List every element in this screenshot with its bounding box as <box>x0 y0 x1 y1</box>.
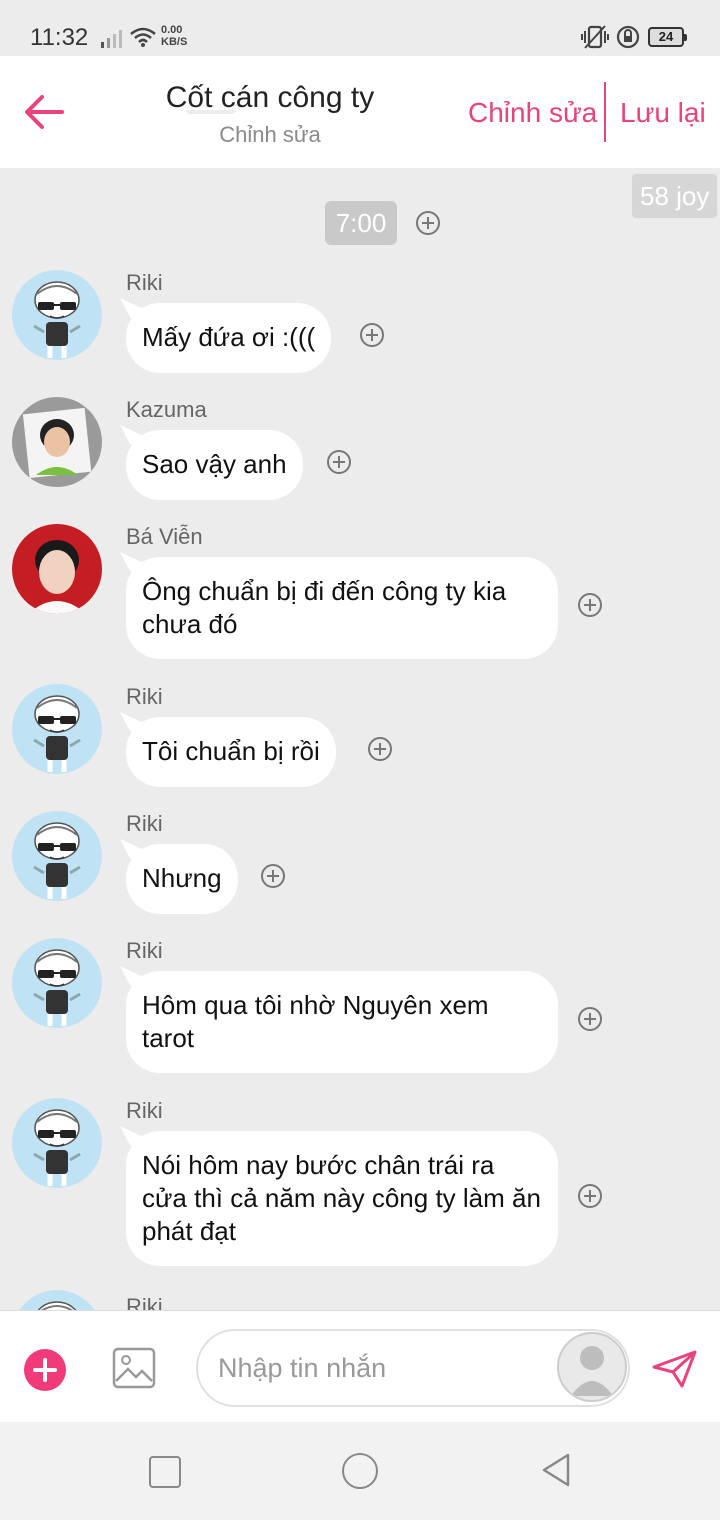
header-tab-notch <box>186 110 236 114</box>
sender-name: Riki <box>126 938 163 963</box>
speed-value: 0.00 <box>161 24 183 36</box>
time-marker[interactable]: 7:00 <box>325 201 397 245</box>
status-time: 11:32 <box>30 24 89 51</box>
sender-name: Bá Viễn <box>126 524 203 549</box>
signal-icon <box>101 30 122 48</box>
sender-name: Kazuma <box>126 397 207 422</box>
add-circle-icon[interactable] <box>326 449 352 475</box>
chat-header: Cốt cán công ty Chỉnh sửa Chỉnh sửa Lưu … <box>0 56 720 168</box>
add-circle-icon[interactable] <box>260 863 286 889</box>
header-divider <box>604 82 606 142</box>
vibrate-icon <box>581 25 609 49</box>
add-circle-icon[interactable] <box>415 210 441 236</box>
riki-avatar[interactable] <box>12 1290 102 1310</box>
back-arrow-icon[interactable] <box>22 94 66 130</box>
add-circle-icon[interactable] <box>359 322 385 348</box>
joy-badge[interactable]: 58 joy <box>632 174 718 218</box>
ba-vien-avatar[interactable] <box>12 524 102 614</box>
status-bar: 11:32 0.00 KB/S 24 <box>0 0 720 56</box>
kazuma-avatar[interactable] <box>12 397 102 487</box>
message-bubble[interactable]: Tôi chuẩn bị rồi <box>126 717 336 787</box>
speed-unit: KB/S <box>161 36 188 48</box>
battery-icon: 24 <box>648 27 687 47</box>
sender-name: Riki <box>126 1098 163 1123</box>
message-bubble[interactable]: Ông chuẩn bị đi đến công ty kia chưa đó <box>126 557 558 659</box>
wifi-icon <box>130 27 156 47</box>
sender-name: Riki <box>126 811 163 836</box>
back-triangle-icon[interactable] <box>540 1452 572 1488</box>
persona-avatar-button[interactable] <box>557 1332 627 1402</box>
sender-name: Riki <box>126 270 163 295</box>
add-attachment-button[interactable] <box>24 1349 66 1391</box>
rotation-lock-icon <box>616 25 640 49</box>
message-input-placeholder: Nhập tin nhắn <box>218 1353 387 1383</box>
system-nav-bar <box>0 1422 720 1520</box>
riki-avatar[interactable] <box>12 1098 102 1188</box>
home-button[interactable] <box>342 1453 378 1489</box>
network-speed: 0.00 KB/S <box>161 24 187 48</box>
add-circle-icon[interactable] <box>577 1183 603 1209</box>
plus-icon <box>33 1358 57 1382</box>
riki-avatar[interactable] <box>12 811 102 901</box>
add-circle-icon[interactable] <box>577 592 603 618</box>
group-subtitle: Chỉnh sửa <box>219 122 321 147</box>
image-icon[interactable] <box>112 1347 158 1389</box>
message-bubble[interactable]: Nhưng <box>126 844 238 914</box>
riki-avatar[interactable] <box>12 270 102 360</box>
recent-apps-button[interactable] <box>149 1456 181 1488</box>
message-bubble[interactable]: Nói hôm nay bước chân trái ra cửa thì cả… <box>126 1131 558 1266</box>
send-icon[interactable] <box>652 1349 698 1389</box>
group-title: Cốt cán công ty <box>165 81 375 114</box>
message-composer: Nhập tin nhắn <box>0 1310 720 1422</box>
add-circle-icon[interactable] <box>577 1006 603 1032</box>
save-button[interactable]: Lưu lại <box>620 96 706 130</box>
message-bubble[interactable]: Hôm qua tôi nhờ Nguyên xem tarot <box>126 971 558 1073</box>
user-silhouette-icon <box>571 1346 613 1396</box>
message-bubble[interactable]: Mấy đứa ơi :((( <box>126 303 332 373</box>
riki-avatar[interactable] <box>12 938 102 1028</box>
edit-button[interactable]: Chỉnh sửa <box>468 96 597 130</box>
sender-name: Riki <box>126 684 163 709</box>
sender-name: Riki <box>126 1294 163 1310</box>
message-item: Riki <box>0 1290 720 1310</box>
message-bubble[interactable]: Sao vậy anh <box>126 430 303 500</box>
riki-avatar[interactable] <box>12 684 102 774</box>
add-circle-icon[interactable] <box>367 736 393 762</box>
battery-level: 24 <box>658 29 674 44</box>
